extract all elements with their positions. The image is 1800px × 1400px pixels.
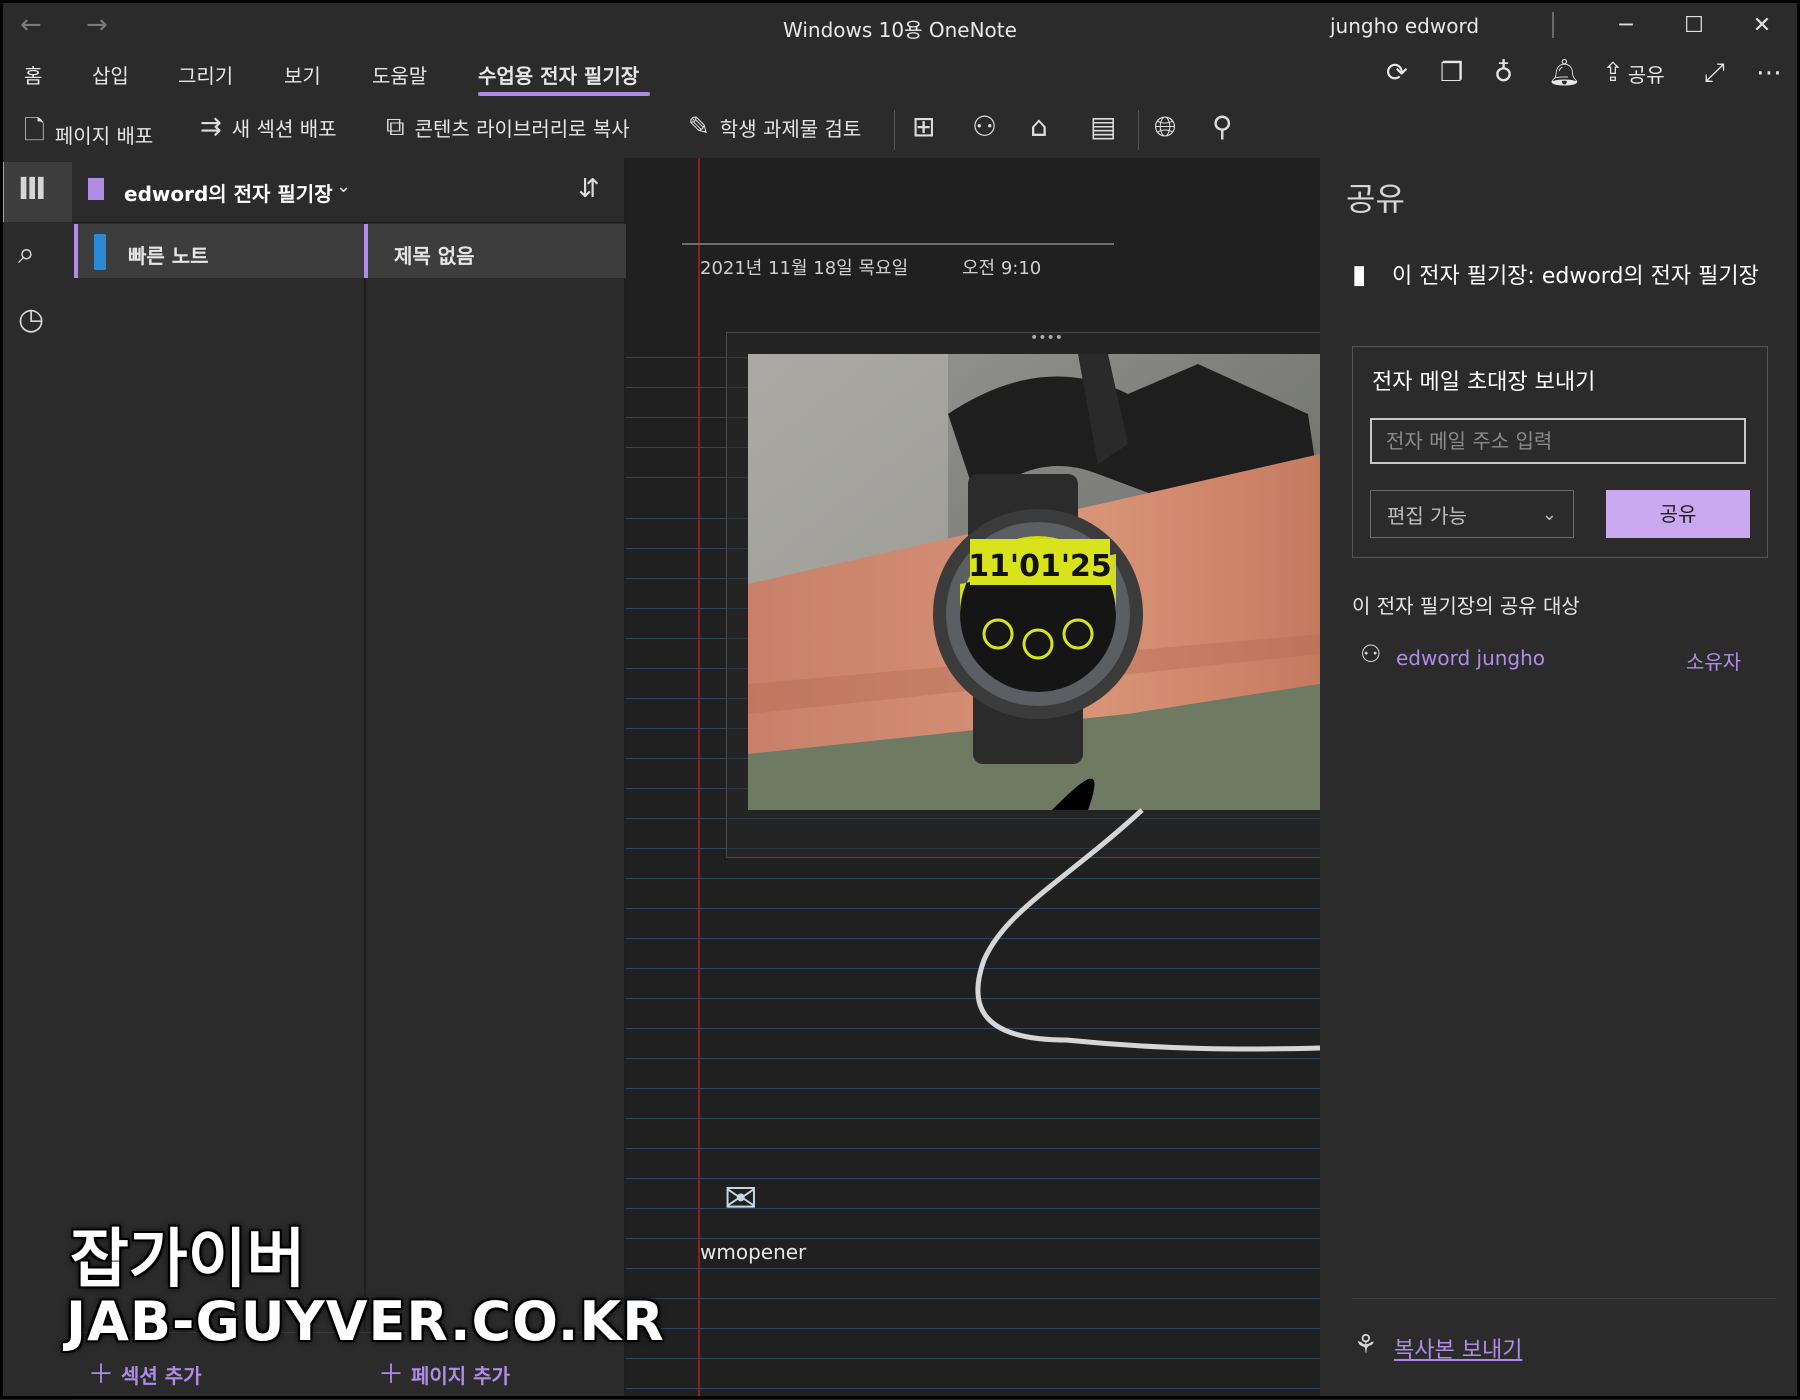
person-icon[interactable]: ⚇ xyxy=(972,110,997,143)
lightbulb-icon[interactable]: ♁ xyxy=(1494,58,1513,88)
shared-notebook-name: 이 전자 필기장: edword의 전자 필기장 xyxy=(1392,264,1759,289)
minimize-button[interactable]: ─ xyxy=(1596,6,1656,46)
active-tab-indicator xyxy=(478,92,650,96)
watch-time-text: 11'01'25 xyxy=(968,549,1112,584)
send-copy-link[interactable]: 복사본 보내기 xyxy=(1394,1332,1522,1364)
page-label: 제목 없음 xyxy=(394,244,475,268)
invite-title: 전자 메일 초대장 보내기 xyxy=(1372,370,1596,395)
pages-icon[interactable]: ❐ xyxy=(1440,58,1463,88)
share-panel-title: 공유 xyxy=(1346,180,1405,218)
permission-value: 편집 가능 xyxy=(1387,503,1467,528)
left-rail xyxy=(0,158,72,1399)
review-assignments-button[interactable]: ✎ 학생 과제물 검토 xyxy=(688,112,861,142)
ribbon-toolbar: 🗋 페이지 배포 ⇉ 새 섹션 배포 ⧉ 콘텐츠 라이브러리로 복사 ✎ 학생 … xyxy=(0,100,1800,159)
cable-line xyxy=(975,808,1320,1052)
section-item-quick-notes[interactable] xyxy=(74,224,366,278)
distribute-page-label: 페이지 배포 xyxy=(54,123,154,148)
menu-insert[interactable]: 삽입 xyxy=(92,60,129,89)
close-button[interactable]: ✕ xyxy=(1732,6,1792,46)
window-title: Windows 10용 OneNote xyxy=(783,18,1017,42)
section-list xyxy=(72,222,366,1332)
add-page-button[interactable]: ＋ 페이지 추가 xyxy=(378,1354,510,1391)
chevron-down-icon: ⌄ xyxy=(1541,503,1557,525)
share-menu-label: 공유 xyxy=(1627,62,1665,87)
add-section-button[interactable]: ＋ 섹션 추가 xyxy=(88,1354,202,1391)
margin-line xyxy=(698,158,700,1399)
distribute-section-button[interactable]: ⇉ 새 섹션 배포 xyxy=(200,112,337,142)
share-icon: ⇪ xyxy=(1602,58,1624,88)
distribute-section-label: 새 섹션 배포 xyxy=(231,116,337,141)
section-distribute-icon: ⇉ xyxy=(200,112,222,142)
ribbon-divider xyxy=(894,110,895,150)
page-date: 2021년 11월 18일 목요일 xyxy=(700,258,909,279)
add-page-label: 페이지 추가 xyxy=(410,1364,510,1388)
share-panel xyxy=(1320,158,1800,1399)
section-label: 빠른 노트 xyxy=(128,244,209,268)
rail-active-indicator xyxy=(0,162,4,222)
watermark-url: JAB-GUYVER.CO.KR xyxy=(66,1290,665,1353)
permission-dropdown[interactable]: 편집 가능 ⌄ xyxy=(1370,490,1574,538)
page-title-underline xyxy=(682,243,1114,245)
send-copy-icon: ⚘ xyxy=(1354,1330,1378,1360)
notebook-icon[interactable]: ▤ xyxy=(1090,110,1116,143)
maximize-button[interactable]: ☐ xyxy=(1664,6,1724,46)
user-account[interactable]: jungho edword xyxy=(1330,14,1479,38)
shared-person-role[interactable]: 소유자 xyxy=(1686,646,1741,675)
copy-to-library-label: 콘텐츠 라이브러리로 복사 xyxy=(414,117,630,141)
plus-icon: ＋ xyxy=(378,1360,405,1390)
watch-photo-svg: 11'01'25 xyxy=(748,354,1320,810)
menu-draw[interactable]: 그리기 xyxy=(178,60,233,89)
notebook-title[interactable]: edword의 전자 필기장 xyxy=(124,178,333,207)
ribbon-divider xyxy=(1138,110,1139,150)
shared-with-title: 이 전자 필기장의 공유 대상 xyxy=(1352,594,1580,618)
menu-class-notebook[interactable]: 수업용 전자 필기장 xyxy=(478,60,639,89)
review-icon: ✎ xyxy=(688,112,710,142)
watch-photo[interactable]: 11'01'25 xyxy=(748,354,1320,810)
person-icon: ⚇ xyxy=(1360,640,1382,668)
plus-icon: ＋ xyxy=(88,1360,115,1390)
globe-icon[interactable]: 🌐︎ xyxy=(1154,110,1176,144)
graduation-cap-icon[interactable]: ⌂ xyxy=(1030,110,1048,143)
menu-bar: 홈 삽입 그리기 보기 도움말 수업용 전자 필기장 ⟳ ❐ ♁ 🔔︎ ⇪ 공유… xyxy=(0,52,1800,100)
email-input[interactable] xyxy=(1370,418,1746,464)
menu-view[interactable]: 보기 xyxy=(284,60,321,89)
menu-help[interactable]: 도움말 xyxy=(372,60,427,89)
distribute-page-button[interactable]: 🗋 페이지 배포 xyxy=(24,112,153,156)
teams-icon[interactable]: ⚲ xyxy=(1212,110,1233,143)
sort-icon[interactable]: ⇵ xyxy=(578,174,600,204)
section-color-tab xyxy=(94,234,106,270)
bell-icon[interactable]: 🔔︎ xyxy=(1548,58,1581,88)
sync-icon[interactable]: ⟳ xyxy=(1386,58,1408,88)
watermark-title: 잡가이버 xyxy=(70,1223,306,1297)
drag-handle-icon[interactable]: •••• xyxy=(1030,330,1063,346)
more-icon[interactable]: ⋯ xyxy=(1756,58,1782,88)
notebook-icon: ▮ xyxy=(1352,260,1367,290)
expand-icon[interactable]: ⤢ xyxy=(1704,58,1725,89)
search-icon[interactable]: ⌕ xyxy=(18,236,35,271)
share-button[interactable]: 공유 xyxy=(1606,490,1750,538)
recent-clock-icon[interactable]: ◷ xyxy=(18,302,44,337)
page-time: 오전 9:10 xyxy=(962,258,1042,279)
review-assignments-label: 학생 과제물 검토 xyxy=(719,116,862,141)
copy-icon: ⧉ xyxy=(386,112,405,142)
page-distribute-icon: 🗋 xyxy=(24,116,45,146)
attachment-label[interactable]: wmopener xyxy=(700,1240,806,1264)
menu-home[interactable]: 홈 xyxy=(24,60,42,89)
notebooks-icon[interactable]: Ⅲ xyxy=(18,172,46,207)
share-footer-divider xyxy=(1352,1298,1776,1299)
title-bar: ← → Windows 10용 OneNote jungho edword ─ … xyxy=(0,0,1800,52)
add-section-label: 섹션 추가 xyxy=(120,1364,202,1388)
title-divider xyxy=(1552,12,1554,38)
share-menu-button[interactable]: ⇪ 공유 xyxy=(1602,58,1665,88)
notebook-color-icon xyxy=(88,178,104,200)
chevron-down-icon[interactable]: ⌄ xyxy=(336,176,351,197)
shared-person-name[interactable]: edword jungho xyxy=(1396,646,1545,670)
add-page-icon[interactable]: ⊞ xyxy=(912,110,935,143)
copy-to-library-button[interactable]: ⧉ 콘텐츠 라이브러리로 복사 xyxy=(386,112,630,143)
attachment-envelope-icon[interactable]: ✉ xyxy=(724,1176,758,1222)
